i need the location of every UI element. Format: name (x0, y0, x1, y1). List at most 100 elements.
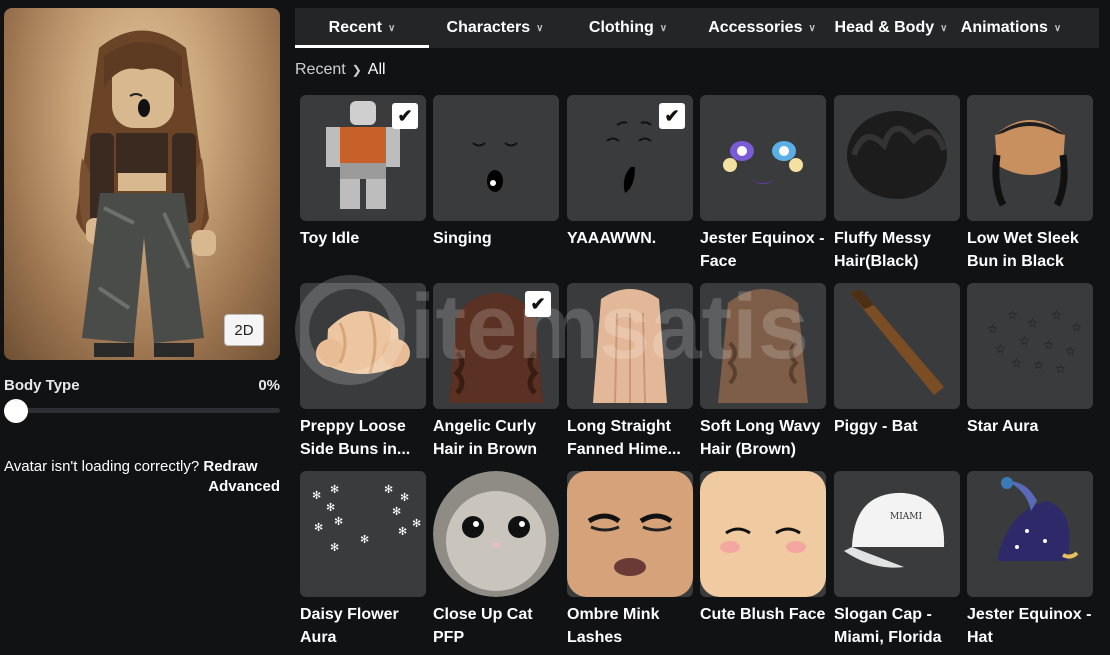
item-card[interactable]: Ombre Mink Lashes Nougat... (567, 471, 694, 649)
tab-recent[interactable]: Recent ∨ (295, 8, 429, 48)
tab-characters[interactable]: Characters ∨ (429, 8, 561, 48)
item-name: Low Wet Sleek Bun in Black (967, 230, 1079, 270)
item-card[interactable]: Piggy - Bat (834, 283, 961, 438)
svg-text:✻: ✻ (398, 525, 407, 538)
item-name: Slogan Cap - Miami, Florida (834, 606, 942, 646)
blonde-buns-icon[interactable] (300, 283, 426, 409)
wavy-hair-icon[interactable] (700, 283, 826, 409)
svg-text:MIAMI: MIAMI (890, 512, 922, 522)
yawn-face-icon[interactable]: ✔ (567, 95, 693, 221)
tab-animations[interactable]: Animations ∨ (953, 8, 1069, 48)
singing-face-icon[interactable] (433, 95, 559, 221)
chevron-down-icon: ∨ (808, 22, 816, 34)
chevron-right-icon: ❯ (351, 63, 362, 77)
svg-text:✻: ✻ (314, 521, 323, 534)
item-card[interactable]: ✔ Toy Idle (300, 95, 427, 250)
chevron-down-icon: ∨ (1053, 22, 1062, 34)
advanced-link[interactable]: Advanced (208, 478, 280, 495)
checkmark-icon[interactable]: ✔ (392, 103, 418, 129)
item-card[interactable]: Low Wet Sleek Bun in Black (967, 95, 1094, 273)
item-name: Star Aura (967, 418, 1039, 435)
body-type-value: 0% (258, 377, 280, 394)
svg-text:✻: ✻ (384, 483, 393, 496)
chevron-down-icon: ∨ (940, 22, 948, 34)
tab-label: Clothing (588, 19, 654, 36)
body-type-slider-thumb[interactable] (4, 399, 28, 423)
blush-face-icon[interactable] (700, 471, 826, 597)
item-name: Daisy Flower Aura (300, 606, 399, 646)
chevron-down-icon: ∨ (536, 22, 544, 34)
svg-text:✻: ✻ (400, 491, 409, 504)
view-2d-toggle-button[interactable]: 2D (224, 314, 264, 346)
item-card[interactable]: Fluffy Messy Hair(Black) (834, 95, 961, 273)
category-tabs: Recent ∨ Characters ∨ Clothing ∨ Accessories ∨ H… (295, 8, 1099, 48)
sleek-bun-icon[interactable] (967, 95, 1093, 221)
item-name: Angelic Curly Hair in Brown (433, 418, 538, 458)
svg-text:☆: ☆ (1033, 358, 1044, 372)
body-type-slider-track[interactable] (4, 408, 280, 413)
breadcrumb-parent[interactable]: Recent (295, 61, 346, 79)
avatar-figure-icon (76, 30, 216, 357)
bat-icon[interactable] (834, 283, 960, 409)
item-name: Piggy - Bat (834, 418, 918, 435)
svg-text:☆: ☆ (1065, 344, 1076, 358)
checkmark-icon[interactable]: ✔ (525, 291, 551, 317)
body-type-row: Body Type 0% (4, 377, 280, 394)
tab-label: Accessories (708, 19, 803, 36)
svg-text:☆: ☆ (1027, 316, 1038, 330)
tab-label: Characters (446, 19, 531, 36)
straight-hair-icon[interactable] (567, 283, 693, 409)
star-aura-icon[interactable]: ☆ ☆ ☆ ☆ ☆ ☆ ☆ ☆ ☆ ☆ ☆ ☆ (967, 283, 1093, 409)
item-card[interactable]: Preppy Loose Side Buns in... (300, 283, 427, 461)
item-name: Soft Long Wavy Hair (Brown) (700, 418, 821, 458)
tab-label: Head & Body (834, 19, 935, 36)
item-card[interactable]: Jester Equinox - Face (700, 95, 827, 273)
svg-text:✻: ✻ (334, 515, 343, 528)
breadcrumb: Recent ❯ All (295, 61, 386, 79)
tab-accessories[interactable]: Accessories ∨ (695, 8, 829, 48)
curly-hair-icon[interactable]: ✔ (433, 283, 559, 409)
jester-hat-icon[interactable] (967, 471, 1093, 597)
item-card[interactable]: ☆ ☆ ☆ ☆ ☆ ☆ ☆ ☆ ☆ ☆ ☆ ☆ Star Aura (967, 283, 1094, 438)
chevron-down-icon: ∨ (659, 22, 668, 34)
toy-idle-icon[interactable]: ✔ (300, 95, 426, 221)
black-hair-icon[interactable] (834, 95, 960, 221)
item-name: Jester Equinox - Face (700, 230, 825, 270)
cat-pfp-icon[interactable] (433, 471, 559, 597)
item-card[interactable]: Close Up Cat PFP (433, 471, 560, 649)
avatar-preview[interactable]: 2D (4, 8, 280, 360)
svg-text:✻: ✻ (330, 541, 339, 554)
daisy-aura-icon[interactable]: ✻ ✻ ✻ ✻ ✻ ✻ ✻ ✻ ✻ ✻ ✻ ✻ (300, 471, 426, 597)
item-card[interactable]: MIAMI Slogan Cap - Miami, Florida (834, 471, 961, 649)
svg-text:☆: ☆ (1071, 320, 1082, 334)
item-card[interactable]: ✔ Angelic Curly Hair in Brown (433, 283, 560, 461)
item-card[interactable]: Soft Long Wavy Hair (Brown) (700, 283, 827, 461)
svg-text:✻: ✻ (392, 505, 401, 518)
item-card[interactable]: ✻ ✻ ✻ ✻ ✻ ✻ ✻ ✻ ✻ ✻ ✻ ✻ Daisy Flower Aura (300, 471, 427, 649)
checkmark-icon[interactable]: ✔ (659, 103, 685, 129)
item-name: Jester Equinox - Hat (967, 606, 1092, 646)
item-card[interactable]: ✔ YAAAWWN. (567, 95, 694, 250)
item-name: Long Straight Fanned Hime... (567, 418, 681, 458)
breadcrumb-current: All (367, 61, 386, 78)
redraw-link[interactable]: Redraw (203, 458, 257, 475)
svg-text:✻: ✻ (330, 483, 339, 496)
svg-text:☆: ☆ (1051, 308, 1062, 322)
svg-text:☆: ☆ (1055, 362, 1066, 376)
item-card[interactable]: Jester Equinox - Hat (967, 471, 1094, 649)
item-name: Close Up Cat PFP (433, 606, 533, 646)
svg-text:☆: ☆ (1019, 334, 1030, 348)
item-name: YAAAWWN. (567, 230, 657, 247)
svg-text:✻: ✻ (312, 489, 321, 502)
svg-text:✻: ✻ (326, 501, 335, 514)
cap-icon[interactable]: MIAMI (834, 471, 960, 597)
tab-head-body[interactable]: Head & Body ∨ (829, 8, 953, 48)
jester-face-icon[interactable] (700, 95, 826, 221)
item-card[interactable]: Long Straight Fanned Hime... (567, 283, 694, 461)
body-type-label: Body Type (4, 377, 80, 394)
item-name: Preppy Loose Side Buns in... (300, 418, 411, 458)
lashes-face-icon[interactable] (567, 471, 693, 597)
item-card[interactable]: Singing (433, 95, 560, 250)
item-card[interactable]: Cute Blush Face (700, 471, 827, 626)
tab-clothing[interactable]: Clothing ∨ (561, 8, 695, 48)
